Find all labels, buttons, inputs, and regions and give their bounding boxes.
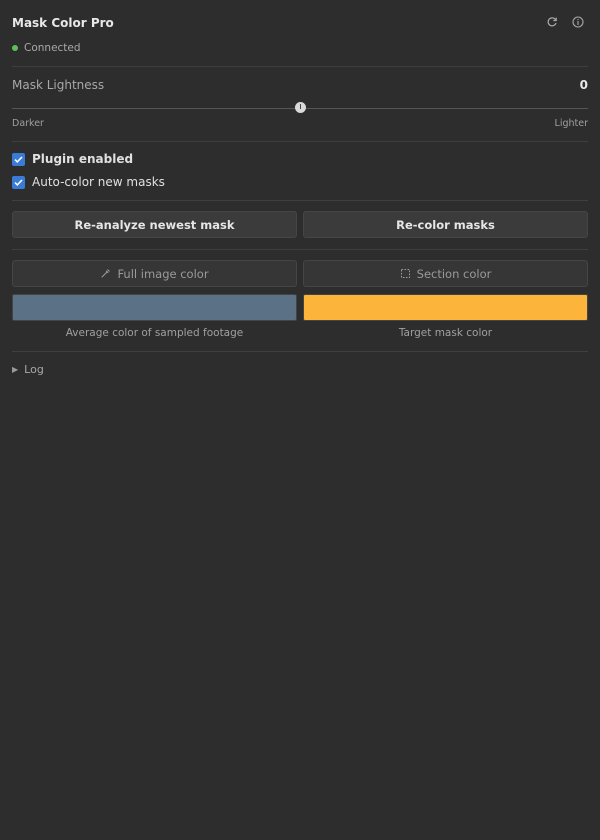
target-color-label: Target mask color <box>398 327 493 339</box>
expand-triangle-icon: ▶ <box>12 365 19 374</box>
connection-status: Connected <box>12 42 81 54</box>
refresh-icon[interactable] <box>546 16 558 28</box>
slider-max-label: Lighter <box>554 118 588 129</box>
average-color-swatch[interactable] <box>12 294 297 321</box>
plugin-panel: Mask Color Pro Connected Mask Lightness … <box>0 0 600 840</box>
auto-color-label: Auto-color new masks <box>32 175 165 189</box>
checkbox-checked-icon[interactable] <box>12 152 25 166</box>
slider-min-label: Darker <box>12 118 44 129</box>
actions-section: Re-analyze newest mask Re-color masks <box>12 200 588 250</box>
target-color-swatch[interactable] <box>303 294 588 321</box>
slider-label: Mask Lightness <box>12 78 105 92</box>
info-icon[interactable] <box>572 16 584 28</box>
full-image-color-button[interactable]: Full image color <box>12 260 297 287</box>
lightness-slider-section: Mask Lightness 0 Darker Lighter <box>12 66 588 142</box>
section-color-label: Section color <box>416 266 492 281</box>
selection-icon <box>400 268 411 279</box>
auto-color-checkbox[interactable]: Auto-color new masks <box>12 175 165 189</box>
slider-thumb[interactable] <box>294 102 306 113</box>
eyedropper-icon <box>100 268 111 279</box>
status-text: Connected <box>24 42 81 54</box>
reanalyze-button[interactable]: Re-analyze newest mask <box>12 211 297 238</box>
log-label: Log <box>24 363 44 376</box>
plugin-enabled-checkbox[interactable]: Plugin enabled <box>12 152 133 166</box>
color-sampling-section: Full image color Section color Average c… <box>12 249 588 352</box>
average-color-label: Average color of sampled footage <box>65 327 244 339</box>
checkbox-checked-icon[interactable] <box>12 175 25 189</box>
recolor-button[interactable]: Re-color masks <box>303 211 588 238</box>
plugin-enabled-label: Plugin enabled <box>32 152 134 166</box>
full-image-color-label: Full image color <box>117 266 209 281</box>
header-icons <box>546 16 584 28</box>
panel-header: Mask Color Pro Connected <box>12 0 588 67</box>
options-section: Plugin enabled Auto-color new masks <box>12 141 588 201</box>
slider-value: 0 <box>579 78 588 92</box>
log-toggle[interactable]: ▶ Log <box>12 363 44 376</box>
panel-title: Mask Color Pro <box>12 16 114 30</box>
status-dot-icon <box>12 45 18 51</box>
section-color-button[interactable]: Section color <box>303 260 588 287</box>
